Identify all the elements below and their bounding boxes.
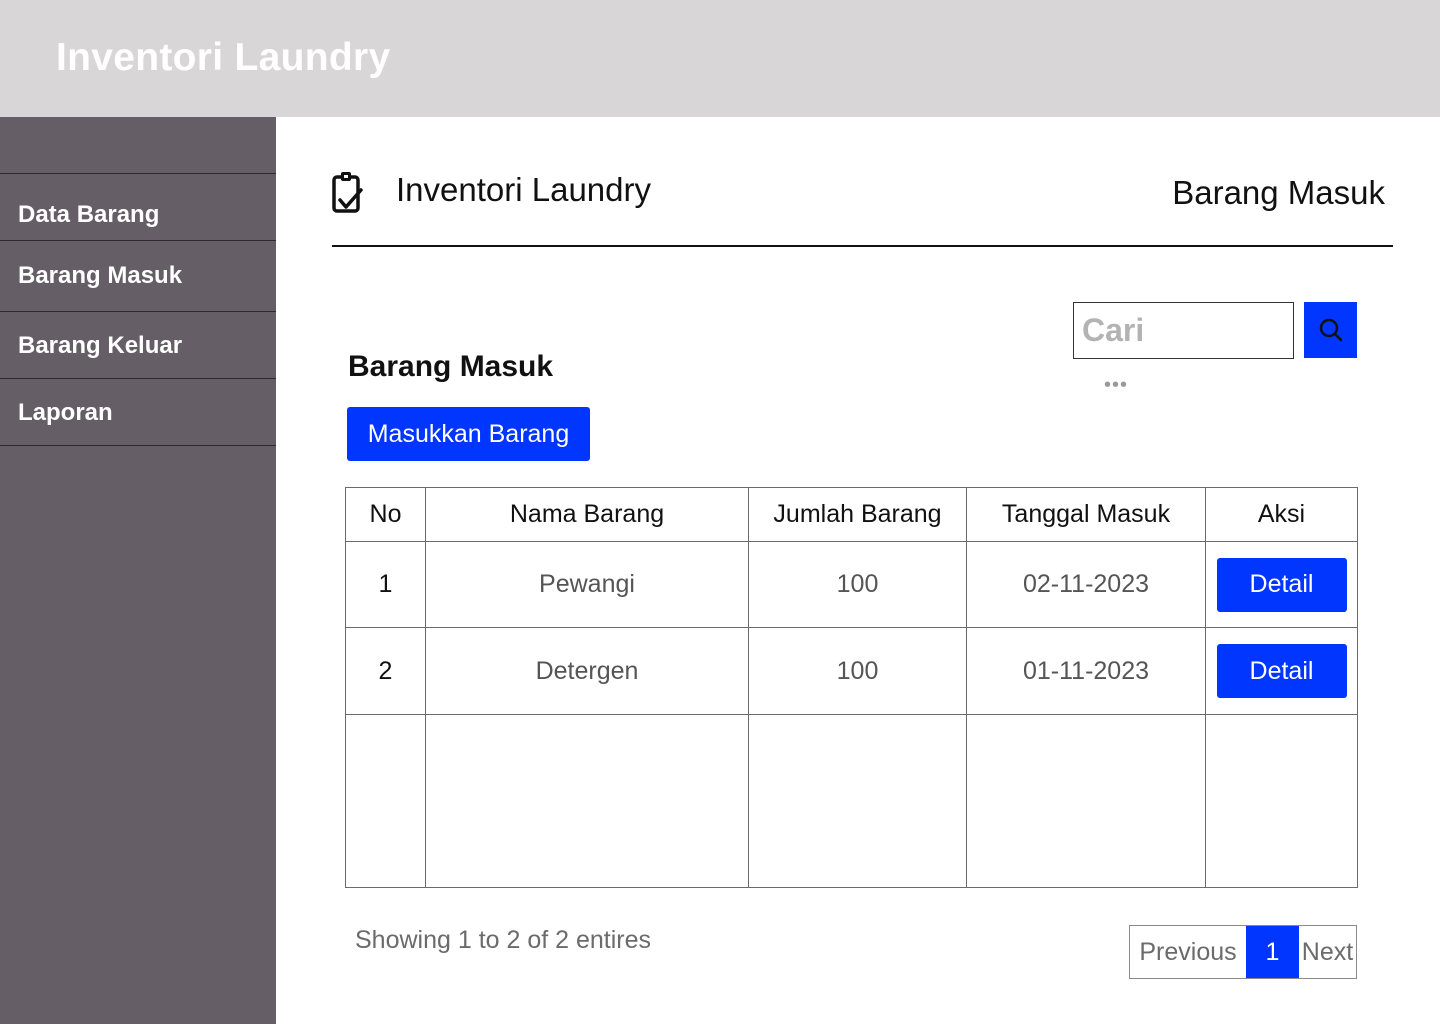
cell-aksi: Detail (1205, 541, 1358, 628)
empty-cell (966, 714, 1206, 888)
sidebar-item-laporan[interactable]: Laporan (0, 399, 276, 427)
cell-no: 2 (345, 627, 426, 715)
cell-aksi: Detail (1205, 627, 1358, 715)
column-header-nama-barang: Nama Barang (425, 487, 749, 542)
sidebar-divider (0, 173, 276, 174)
top-bar: Inventori Laundry (0, 0, 1440, 117)
sidebar-divider (0, 240, 276, 241)
app-title: Inventori Laundry (56, 36, 391, 79)
sidebar-item-data-barang[interactable]: Data Barang (0, 201, 276, 229)
more-options-icon[interactable]: ••• (1104, 375, 1128, 395)
clipboard-check-icon (332, 172, 363, 213)
cell-nama-barang: Detergen (425, 627, 749, 715)
table-info: Showing 1 to 2 of 2 entires (355, 926, 652, 954)
sidebar-item-barang-masuk[interactable]: Barang Masuk (0, 262, 276, 290)
table-header-row: No Nama Barang Jumlah Barang Tanggal Mas… (345, 487, 1358, 542)
detail-button[interactable]: Detail (1216, 644, 1347, 698)
column-header-tanggal-masuk: Tanggal Masuk (966, 487, 1206, 542)
search-button[interactable] (1304, 302, 1357, 358)
pagination-next[interactable]: Next (1299, 926, 1356, 978)
brand-title: Inventori Laundry (396, 171, 651, 208)
sidebar-item-barang-keluar[interactable]: Barang Keluar (0, 332, 276, 360)
search-input[interactable] (1073, 302, 1294, 359)
table-row: 2 Detergen 100 01-11-2023 Detail (345, 627, 1358, 715)
search-icon (1319, 318, 1343, 342)
empty-cell (1205, 714, 1358, 888)
data-table: No Nama Barang Jumlah Barang Tanggal Mas… (345, 487, 1358, 888)
detail-button[interactable]: Detail (1216, 557, 1347, 612)
header-divider (332, 245, 1393, 247)
cell-jumlah-barang: 100 (748, 541, 967, 628)
cell-jumlah-barang: 100 (748, 627, 967, 715)
cell-no: 1 (345, 541, 426, 628)
cell-nama-barang: Pewangi (425, 541, 749, 628)
page-title: Barang Masuk (1172, 174, 1385, 211)
cell-tanggal-masuk: 01-11-2023 (966, 627, 1206, 715)
add-item-button[interactable]: Masukkan Barang (347, 407, 590, 461)
empty-cell (748, 714, 967, 888)
pagination-page-current[interactable]: 1 (1246, 926, 1299, 978)
empty-cell (425, 714, 749, 888)
sidebar: Data Barang Barang Masuk Barang Keluar L… (0, 117, 276, 1024)
empty-cell (345, 714, 426, 888)
column-header-no: No (345, 487, 426, 542)
sidebar-divider (0, 311, 276, 312)
sidebar-divider (0, 378, 276, 379)
table-row-empty (345, 714, 1358, 888)
column-header-aksi: Aksi (1205, 487, 1358, 542)
table-row: 1 Pewangi 100 02-11-2023 Detail (345, 541, 1358, 628)
section-title: Barang Masuk (348, 350, 554, 383)
pagination: Previous 1 Next (1129, 925, 1357, 979)
pagination-previous[interactable]: Previous (1130, 926, 1246, 978)
cell-tanggal-masuk: 02-11-2023 (966, 541, 1206, 628)
column-header-jumlah-barang: Jumlah Barang (748, 487, 967, 542)
sidebar-divider (0, 445, 276, 446)
